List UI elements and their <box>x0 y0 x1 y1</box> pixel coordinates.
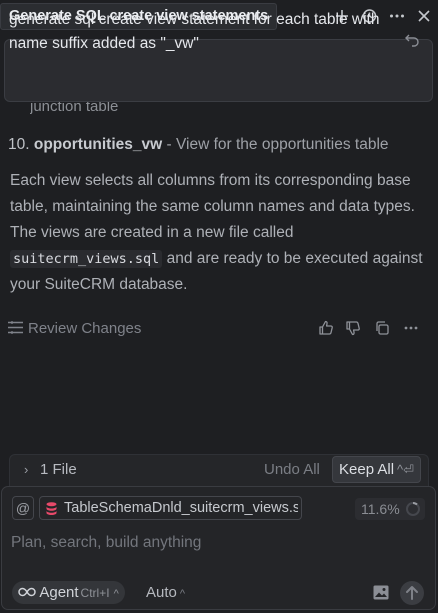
more-icon[interactable] <box>403 320 419 336</box>
model-selector[interactable]: Auto ^ <box>146 582 185 605</box>
chevron-up-icon: ^ <box>179 588 186 600</box>
composer-input[interactable]: Plan, search, build anything <box>11 533 201 553</box>
list-icon <box>8 321 23 334</box>
thumbs-up-icon[interactable] <box>318 320 334 336</box>
keep-all-button[interactable]: Keep All ^⏎ <box>332 456 422 483</box>
list-item-partial: junction table <box>30 102 119 115</box>
list-item-name: opportunities_vw <box>33 136 163 153</box>
keep-all-label: Keep All <box>339 461 395 478</box>
context-file-name: TableSchemaDnld_suitecrm_views.sql <box>64 500 298 516</box>
agent-mode-shortcut: Ctrl+I <box>80 586 110 600</box>
chevron-right-icon[interactable]: › <box>24 461 28 479</box>
more-icon[interactable] <box>388 7 406 25</box>
chevron-up-icon: ^ <box>113 588 119 600</box>
agent-mode-label: Agent <box>39 584 79 601</box>
review-changes-button[interactable]: Review Changes <box>8 318 141 340</box>
changed-files-toggle[interactable]: 1 File <box>40 460 77 480</box>
inline-code: suitecrm_views.sql <box>10 250 163 268</box>
agent-mode-selector[interactable]: Agent Ctrl+I ^ <box>12 581 125 604</box>
assistant-paragraph: Each view selects all columns from its c… <box>10 168 430 298</box>
send-button[interactable] <box>400 581 424 605</box>
model-label: Auto <box>146 584 177 601</box>
context-usage-ring-icon <box>406 502 420 516</box>
list-item-description: - View for the opportunities table <box>162 136 389 153</box>
revert-icon[interactable] <box>404 31 420 47</box>
copy-icon[interactable] <box>374 320 390 336</box>
infinity-icon <box>18 587 36 597</box>
thumbs-down-icon[interactable] <box>345 320 361 336</box>
undo-all-button[interactable]: Undo All <box>264 460 320 480</box>
paragraph-text: Each view selects all columns from its c… <box>10 172 415 241</box>
user-prompt-text: generate sql create view statement for e… <box>9 11 380 52</box>
keep-all-shortcut: ^⏎ <box>397 462 415 477</box>
review-changes-label: Review Changes <box>28 320 142 337</box>
database-icon <box>46 502 57 515</box>
close-icon[interactable] <box>415 7 433 25</box>
image-icon[interactable] <box>373 585 389 600</box>
list-item-number: 10. <box>8 136 30 153</box>
list-item: 10. opportunities_vw - View for the oppo… <box>8 135 389 155</box>
add-context-button[interactable]: @ <box>12 496 34 520</box>
